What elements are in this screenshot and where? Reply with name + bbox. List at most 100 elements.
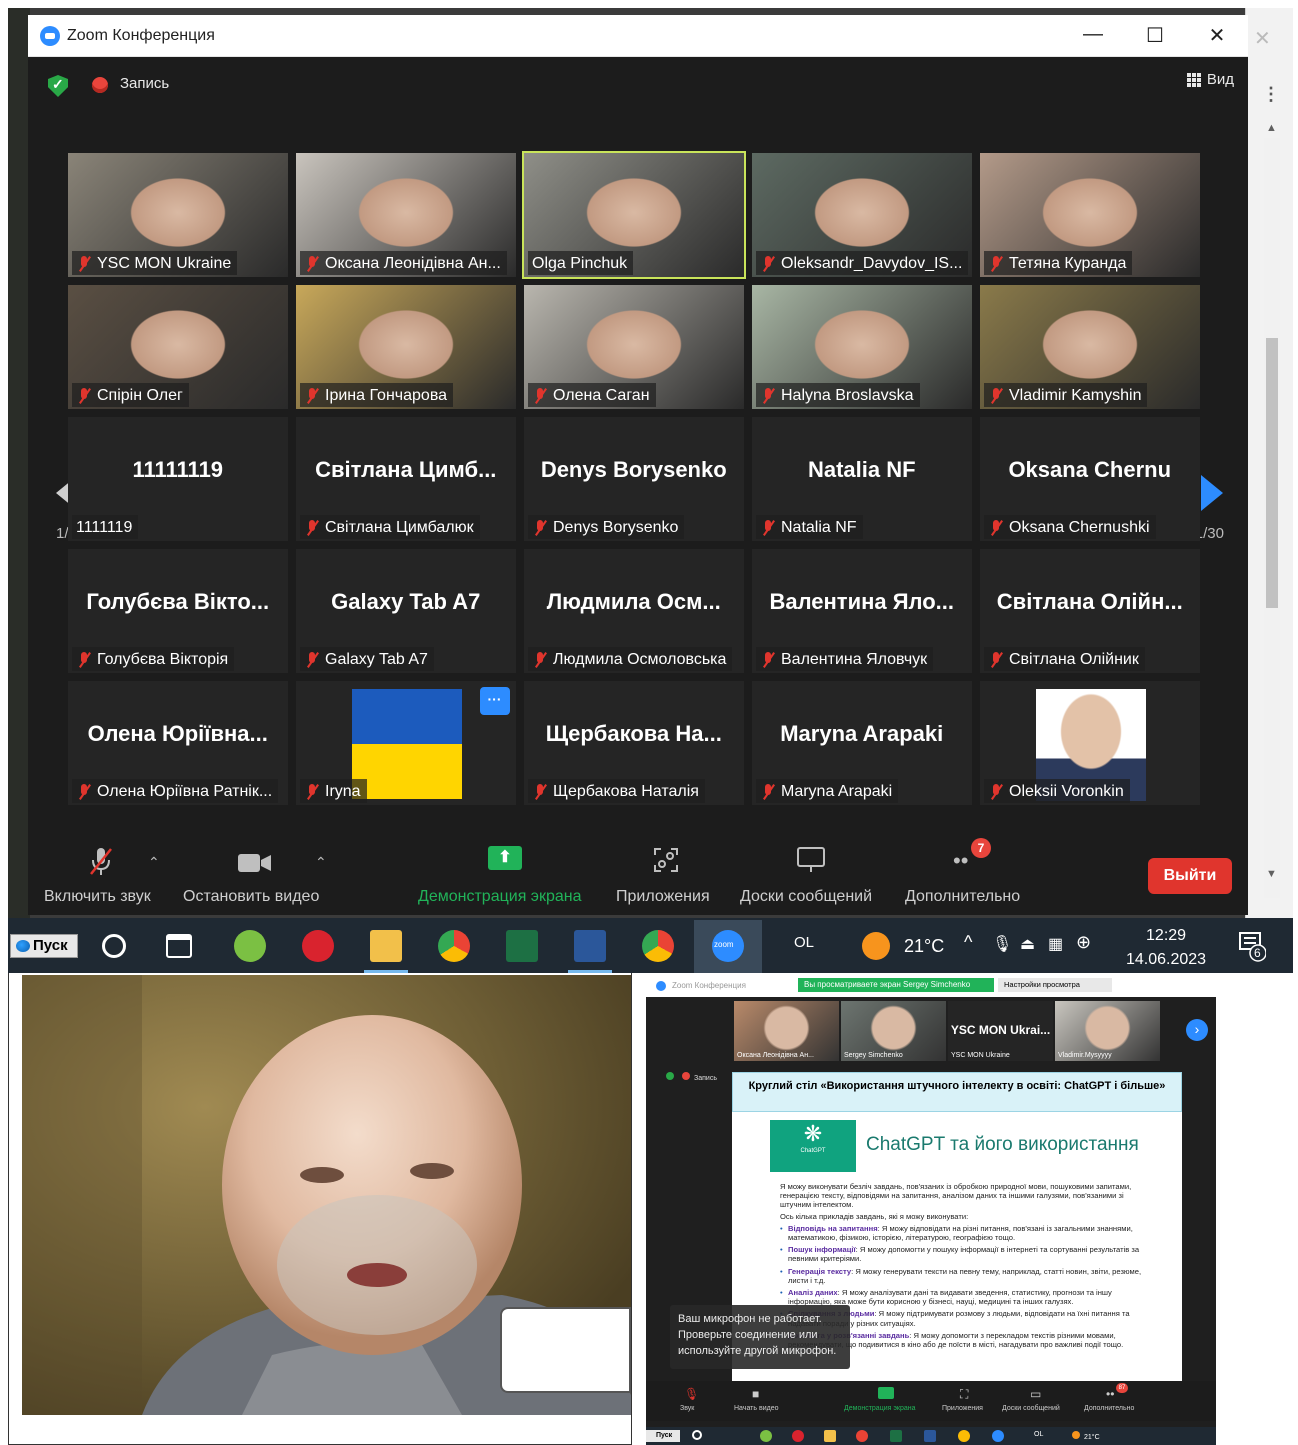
participant-tile[interactable]: Vladimir Kamyshin (980, 285, 1200, 409)
participant-tile[interactable]: Світлана Цимб... Світлана Цимбалюк (296, 417, 516, 541)
browser-scrollbar-thumb[interactable] (1266, 338, 1278, 608)
sr-apps-label[interactable]: Приложения (942, 1405, 983, 1412)
sr-sound-label[interactable]: Звук (680, 1405, 694, 1412)
participant-tile[interactable]: Galaxy Tab A7 Galaxy Tab A7 (296, 549, 516, 673)
sr-shield-icon[interactable] (666, 1072, 674, 1080)
mic-muted-icon (304, 387, 320, 405)
language-indicator[interactable]: OL (794, 934, 814, 951)
sr-search-icon[interactable] (692, 1430, 702, 1440)
participant-tile[interactable]: Natalia NF Natalia NF (752, 417, 972, 541)
audio-caret-icon[interactable]: ⌃ (148, 854, 160, 871)
sr-share-label[interactable]: Демонстрация экрана (844, 1405, 916, 1412)
sr-participant-thumb[interactable]: Оксана Леонідівна Ан... (734, 1001, 839, 1061)
sr-chrome-icon[interactable] (856, 1430, 868, 1442)
utorrent-icon[interactable] (234, 930, 266, 962)
participant-tile[interactable]: Людмила Осм... Людмила Осмоловська (524, 549, 744, 673)
participant-tile[interactable]: Halyna Broslavska (752, 285, 972, 409)
sr-thumb-name: Vladimir.Mysyyyy (1058, 1052, 1112, 1059)
scroll-down-icon[interactable]: ▼ (1266, 868, 1277, 880)
sr-more-icon[interactable]: •• (1106, 1387, 1114, 1401)
participant-name: Олена Саган (553, 387, 650, 404)
participant-tile[interactable]: Ірина Гончарова (296, 285, 516, 409)
video-caret-icon[interactable]: ⌃ (315, 854, 327, 871)
microphone-tray-icon[interactable]: 🎙 (992, 934, 1012, 954)
search-circle-icon[interactable] (102, 934, 126, 958)
browser-menu-icon[interactable]: ⋮ (1262, 84, 1280, 105)
participant-name: Oleksandr_Davydov_IS... (781, 255, 963, 272)
participant-tile[interactable]: Щербакова На... Щербакова Наталія (524, 681, 744, 805)
sr-word-icon[interactable] (924, 1430, 936, 1442)
sr-chrome-profile-icon[interactable] (958, 1430, 970, 1442)
close-button[interactable]: ✕ (1186, 23, 1248, 48)
chrome-icon[interactable] (438, 930, 470, 962)
chrome-profile-icon[interactable] (642, 930, 674, 962)
globe-tray-icon[interactable]: ⊕ (1076, 932, 1091, 953)
sr-zoom-icon[interactable] (992, 1430, 1004, 1442)
participant-tile[interactable]: ··· Iryna (296, 681, 516, 805)
mic-muted-icon (532, 783, 548, 801)
participant-tile[interactable]: YSC MON Ukraine (68, 153, 288, 277)
participant-name-label: Oksana Chernushki (984, 515, 1156, 539)
scroll-up-icon[interactable]: ▲ (1266, 122, 1277, 134)
view-button[interactable]: Вид (1186, 71, 1234, 88)
record-label[interactable]: Запись (120, 75, 169, 92)
minimize-button[interactable]: — (1062, 23, 1124, 48)
system-clock[interactable]: 12:29 14.06.2023 (1126, 924, 1206, 972)
leave-button[interactable]: Выйти (1148, 858, 1232, 894)
participant-tile[interactable]: Oleksii Voronkin (980, 681, 1200, 805)
excel-icon[interactable] (506, 930, 538, 962)
sr-video-label[interactable]: Начать видео (734, 1405, 778, 1412)
sr-apps-icon[interactable]: ⛶ (960, 1387, 968, 1402)
sr-utorrent-icon[interactable] (760, 1430, 772, 1442)
participant-tile[interactable]: Валентина Яло... Валентина Яловчук (752, 549, 972, 673)
sr-more-label[interactable]: Дополнительно (1084, 1405, 1134, 1412)
notifications-button[interactable]: 6 (1238, 930, 1267, 962)
participant-tile[interactable]: Maryna Arapaki Maryna Arapaki (752, 681, 972, 805)
participant-tile[interactable]: Denys Borysenko Denys Borysenko (524, 417, 744, 541)
start-button[interactable]: Пуск (10, 934, 78, 958)
sr-whiteboard-icon[interactable]: ▭ (1030, 1387, 1041, 1401)
tile-more-button[interactable]: ··· (479, 687, 510, 715)
app-red-icon[interactable] (302, 930, 334, 962)
participant-tile[interactable]: Голубєва Вікто... Голубєва Вікторія (68, 549, 288, 673)
usb-tray-icon[interactable]: ⏏ (1020, 934, 1035, 954)
participant-tile[interactable]: Oksana Chernu Oksana Chernushki (980, 417, 1200, 541)
sr-next-page-icon[interactable]: › (1186, 1019, 1208, 1041)
sr-camera-icon[interactable]: ■ (752, 1387, 759, 1401)
participant-tile[interactable]: Olga Pinchuk (522, 151, 746, 279)
participant-tile[interactable]: Oleksandr_Davydov_IS... (752, 153, 972, 277)
tray-caret-icon[interactable]: ^ (964, 932, 972, 953)
browser-close-icon[interactable]: ✕ (1254, 26, 1271, 51)
network-tray-icon[interactable]: ▦ (1048, 934, 1063, 954)
sr-participant-thumb[interactable]: Sergey Simchenko (841, 1001, 946, 1061)
sr-mic-icon[interactable]: 🎙 (684, 1387, 699, 1401)
sr-participant-thumb[interactable]: YSC MON Ukrai... YSC MON Ukraine (948, 1001, 1053, 1061)
weather-sun-icon[interactable] (862, 932, 890, 960)
sr-participant-thumb[interactable]: Vladimir.Mysyyyy (1055, 1001, 1160, 1061)
zoom-taskbar-button[interactable]: zoom (694, 920, 762, 973)
sr-view-settings-button[interactable]: Настройки просмотра (998, 978, 1112, 992)
slide-list-item: Аналіз даних: Я можу аналізувати дані та… (780, 1288, 1150, 1306)
participant-tile[interactable]: Олена Юріївна... Олена Юріївна Ратнік... (68, 681, 288, 805)
sr-excel-icon[interactable] (890, 1430, 902, 1442)
participant-tile[interactable]: Тетяна Куранда (980, 153, 1200, 277)
participant-tile[interactable]: Світлана Олійн... Світлана Олійник (980, 549, 1200, 673)
sr-weather[interactable]: 21°C (1072, 1431, 1100, 1441)
sr-share-icon[interactable] (878, 1387, 894, 1399)
file-explorer-icon[interactable] (370, 930, 402, 962)
maximize-button[interactable]: ☐ (1124, 23, 1186, 48)
participant-tile[interactable]: 11111119 1111119 (68, 417, 288, 541)
self-view-window[interactable] (500, 1307, 631, 1393)
task-view-icon[interactable] (166, 934, 192, 958)
sr-start-button[interactable]: Пуск (646, 1430, 680, 1442)
word-icon[interactable] (574, 930, 606, 962)
participant-tile[interactable]: Спірін Олег (68, 285, 288, 409)
security-shield-icon[interactable] (48, 75, 68, 97)
sr-app-red-icon[interactable] (792, 1430, 804, 1442)
sr-language[interactable]: OL (1034, 1431, 1043, 1438)
sr-boards-label[interactable]: Доски сообщений (1002, 1405, 1060, 1412)
participant-tile[interactable]: Олена Саган (524, 285, 744, 409)
sr-explorer-icon[interactable] (824, 1430, 836, 1442)
participant-tile[interactable]: Оксана Леонідівна Ан... (296, 153, 516, 277)
weather-temp[interactable]: 21°C (904, 936, 944, 957)
